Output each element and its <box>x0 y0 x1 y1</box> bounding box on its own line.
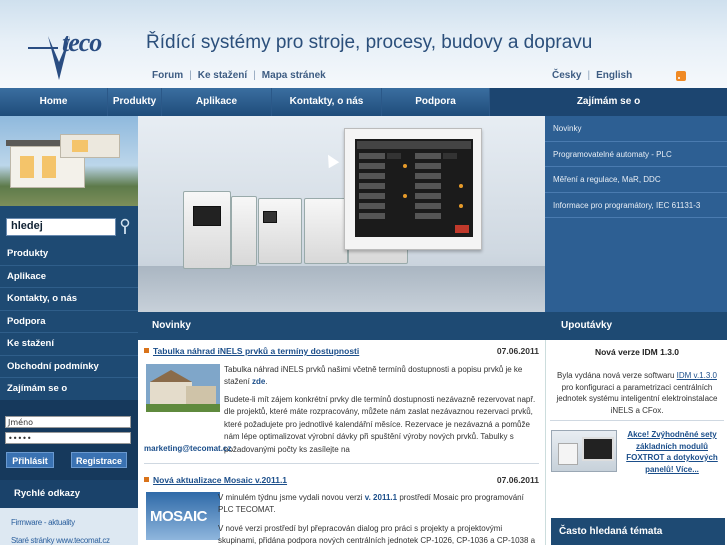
tip-promo-link[interactable]: Akce! Zvýhodněné sety základních modulů … <box>620 429 724 475</box>
plc-module <box>258 198 302 264</box>
lang-separator: | <box>587 70 591 81</box>
plc-module <box>231 196 257 266</box>
left-menu-terms[interactable]: Obchodní podmínky <box>0 356 138 378</box>
tip-title: Nová verze IDM 1.3.0 <box>594 347 680 357</box>
left-menu-products[interactable]: Produkty <box>0 243 138 266</box>
news-list: Tabulka náhrad iNELS prvků a termíny dos… <box>138 340 545 545</box>
password-field[interactable]: ••••• <box>5 432 131 444</box>
nav-home[interactable]: Home <box>0 88 108 116</box>
left-menu-support[interactable]: Podpora <box>0 311 138 333</box>
nav-products[interactable]: Produkty <box>108 88 162 116</box>
left-sidebar: hledej Produkty Aplikace Kontakty, o nás… <box>0 116 138 545</box>
left-menu-contacts[interactable]: Kontakty, o nás <box>0 288 138 311</box>
nav-support[interactable]: Podpora <box>382 88 490 116</box>
left-menu: Produkty Aplikace Kontakty, o nás Podpor… <box>0 243 138 401</box>
register-button[interactable]: Registrace <box>71 452 127 468</box>
touch-panel-image <box>344 128 482 250</box>
touch-panel-ui-icon <box>357 141 471 233</box>
news-section-title: Novinky <box>138 312 545 340</box>
lang-english[interactable]: English <box>596 70 632 81</box>
mouse-cursor-icon <box>322 151 340 169</box>
username-field[interactable]: Jméno <box>5 416 131 428</box>
quick-link-firmware[interactable]: Firmware - aktuality <box>11 518 75 527</box>
topnav-sitemap[interactable]: Mapa stránek <box>262 70 326 81</box>
topnav-separator: | <box>253 70 256 81</box>
tip-text-part: pro konfiguraci a parametrizaci centráln… <box>556 382 718 415</box>
house-window <box>20 156 34 178</box>
hero-banner <box>138 116 545 312</box>
main-nav: Home Produkty Aplikace Kontakty, o nás P… <box>0 88 727 116</box>
news-item-text-part: V nové verzi prostředí byl přepracován d… <box>218 524 536 545</box>
tip-text: Byla vydána nová verze softwaru IDM v.1.… <box>552 370 722 416</box>
house-window <box>42 156 56 178</box>
tips-divider <box>550 420 724 421</box>
right-menu-programmers[interactable]: Informace pro programátory, IEC 61131-3 <box>545 193 727 218</box>
right-menu-measurement[interactable]: Měření a regulace, MaR, DDC <box>545 167 727 193</box>
tips-panel: Nová verze IDM 1.3.0 Byla vydána nová ve… <box>545 340 727 545</box>
topnav-downloads[interactable]: Ke stažení <box>198 70 247 81</box>
news-item-email-link[interactable]: marketing@tecomat.cz <box>144 444 231 453</box>
search-input[interactable]: hledej <box>6 218 116 236</box>
logo-text: teco <box>62 28 102 57</box>
news-item-image <box>146 364 220 412</box>
news-item-date: 07.06.2011 <box>496 475 539 485</box>
news-item-text: V minulém týdnu jsme vydali novou verzi … <box>218 492 538 517</box>
tip-link[interactable]: IDM v.1.3.0 <box>677 371 717 380</box>
language-switch: Česky | English <box>552 70 632 81</box>
news-item-date: 07.06.2011 <box>496 346 539 356</box>
house-upper <box>60 134 120 158</box>
login-button[interactable]: Přihlásit <box>6 452 54 468</box>
quick-links-title: Rychlé odkazy <box>0 480 138 508</box>
news-item-text-part: V minulém týdnu jsme vydali novou verzi <box>218 493 363 502</box>
news-item-text: Tabulka náhrad iNELS prvků našimi včetně… <box>224 365 523 387</box>
plc-display <box>193 206 221 226</box>
header: teco Řídící systémy pro stroje, procesy,… <box>0 0 727 88</box>
right-menu-news[interactable]: Novinky <box>545 116 727 142</box>
search-icon[interactable] <box>120 218 130 236</box>
house-image <box>0 116 138 206</box>
tip-text-part: Byla vydána nová verze softwaru <box>557 371 675 380</box>
news-item-text: V nové verzi prostředí byl přepracován d… <box>218 523 538 545</box>
nav-interests[interactable]: Zajímám se o <box>490 88 727 116</box>
right-menu-plc[interactable]: Programovatelné automaty - PLC <box>545 142 727 167</box>
quick-link-old-site[interactable]: Staré stránky www.tecomat.cz <box>11 536 110 545</box>
plc-module <box>304 198 348 264</box>
teco-logo[interactable]: teco <box>18 22 118 80</box>
site-title: Řídící systémy pro stroje, procesy, budo… <box>146 32 593 53</box>
news-item-title[interactable]: Nová aktualizace Mosaic v.2011.1 <box>144 475 287 485</box>
quick-links: Firmware - aktuality Staré stránky www.t… <box>0 508 138 545</box>
tip-image-panel <box>582 437 614 461</box>
news-item-text-part: Tabulka náhrad iNELS prvků našimi včetně… <box>224 365 523 387</box>
news-divider <box>144 463 539 464</box>
plc-segment-display <box>263 211 277 223</box>
nav-contacts[interactable]: Kontakty, o nás <box>272 88 382 116</box>
plc-module <box>183 191 231 269</box>
mosaic-image-label: MOSAIC <box>150 508 208 525</box>
tip-image-module <box>558 443 578 465</box>
news-item-link[interactable]: v. 2011.1 <box>365 493 397 502</box>
news-item-email-line: marketing@tecomat.cz. <box>144 444 234 453</box>
left-menu-interests[interactable]: Zajímám se o <box>0 378 138 401</box>
topnav-separator: | <box>189 70 192 81</box>
topnav-forum[interactable]: Forum <box>152 70 183 81</box>
nav-applications[interactable]: Aplikace <box>162 88 272 116</box>
tips-section-title: Upoutávky <box>545 312 727 340</box>
tip-image <box>551 430 617 472</box>
touch-panel-screen <box>355 139 473 237</box>
hero-floor <box>138 266 545 312</box>
mosaic-image: MOSAIC <box>146 492 220 540</box>
rss-icon[interactable] <box>676 71 686 81</box>
lang-czech[interactable]: Česky <box>552 70 581 81</box>
left-menu-applications[interactable]: Aplikace <box>0 266 138 288</box>
house-window <box>72 140 88 152</box>
top-nav: Forum | Ke stažení | Mapa stránek <box>152 70 326 81</box>
left-menu-downloads[interactable]: Ke stažení <box>0 333 138 356</box>
news-item-title[interactable]: Tabulka náhrad iNELS prvků a termíny dos… <box>144 346 359 356</box>
news-item-link[interactable]: zde <box>252 377 265 386</box>
right-menu: Novinky Programovatelné automaty - PLC M… <box>545 116 727 312</box>
hot-topics-title: Často hledaná témata <box>551 518 725 545</box>
